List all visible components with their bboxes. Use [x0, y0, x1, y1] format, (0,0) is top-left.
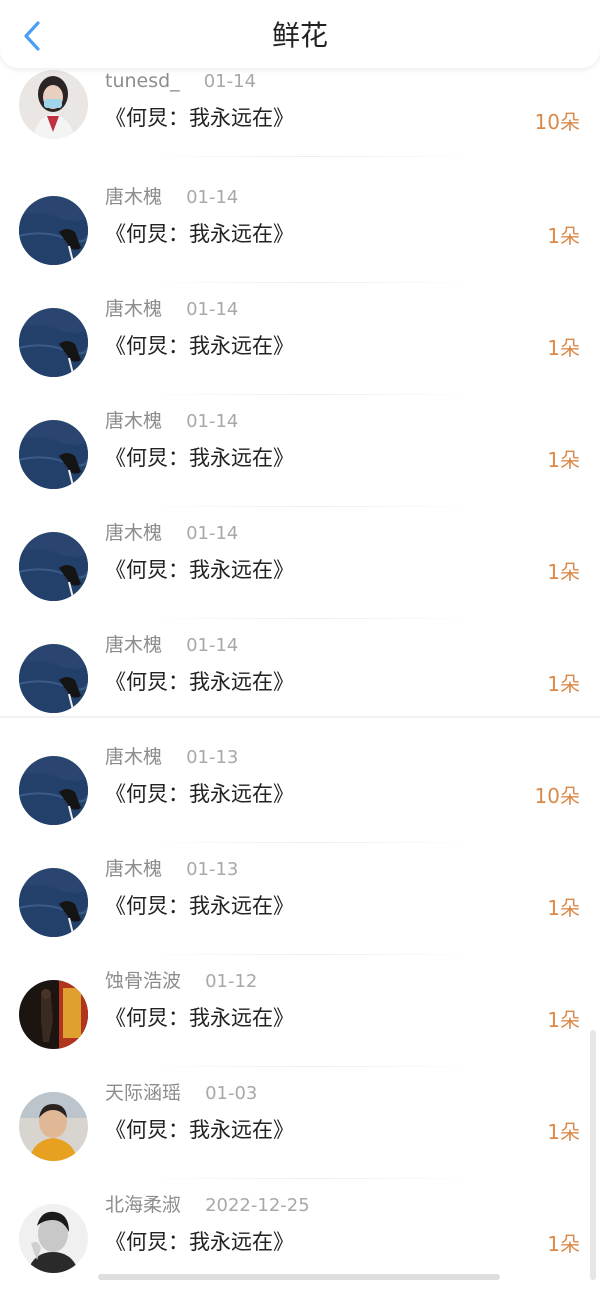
flower-count: 10朵 [534, 784, 580, 808]
avatar[interactable] [19, 532, 88, 601]
record-meta: 蚀骨浩波 01-12 [105, 966, 257, 996]
user-name[interactable]: 唐木槐 [105, 858, 162, 880]
user-name[interactable]: 天际涵瑶 [105, 1082, 181, 1104]
list-item[interactable]: 蚀骨浩波 01-12 《何炅：我永远在》 1朵 [0, 966, 600, 1078]
book-title[interactable]: 《何炅：我永远在》 [105, 666, 294, 696]
record-date: 01-14 [186, 635, 239, 656]
flower-count: 1朵 [547, 896, 580, 920]
row-divider [140, 282, 480, 283]
user-name[interactable]: 蚀骨浩波 [105, 970, 181, 992]
user-name[interactable]: 唐木槐 [105, 746, 162, 768]
list-item[interactable]: 唐木槐 01-14 《何炅：我永远在》 1朵 [0, 182, 600, 294]
row-divider [140, 156, 480, 157]
avatar[interactable] [19, 196, 88, 265]
row-divider [140, 1066, 480, 1067]
book-title[interactable]: 《何炅：我永远在》 [105, 102, 294, 132]
list-item[interactable]: tunesd_ 01-14 《何炅：我永远在》 10朵 [0, 70, 600, 182]
book-title[interactable]: 《何炅：我永远在》 [105, 554, 294, 584]
flower-count: 1朵 [547, 1232, 580, 1256]
avatar[interactable] [19, 1092, 88, 1161]
list-item[interactable]: 唐木槐 01-13 《何炅：我永远在》 1朵 [0, 854, 600, 966]
row-divider [140, 954, 480, 955]
record-meta: 唐木槐 01-13 [105, 854, 238, 884]
record-date: 01-14 [186, 299, 239, 320]
record-meta: 北海柔淑 2022-12-25 [105, 1190, 310, 1220]
user-name[interactable]: 唐木槐 [105, 186, 162, 208]
avatar[interactable] [19, 1204, 88, 1273]
row-divider [140, 1178, 480, 1179]
record-date: 01-13 [186, 747, 239, 768]
flower-count: 1朵 [547, 224, 580, 248]
user-name[interactable]: tunesd_ [105, 70, 180, 92]
list-item[interactable]: 唐木槐 01-14 《何炅：我永远在》 1朵 [0, 518, 600, 630]
book-title[interactable]: 《何炅：我永远在》 [105, 330, 294, 360]
record-date: 2022-12-25 [205, 1195, 310, 1216]
row-divider [140, 394, 480, 395]
flower-count: 1朵 [547, 672, 580, 696]
section-divider [0, 716, 600, 718]
avatar[interactable] [19, 756, 88, 825]
record-meta: 唐木槐 01-14 [105, 630, 238, 660]
book-title[interactable]: 《何炅：我永远在》 [105, 1226, 294, 1256]
list-item[interactable]: 唐木槐 01-14 《何炅：我永远在》 1朵 [0, 630, 600, 742]
avatar[interactable] [19, 420, 88, 489]
book-title[interactable]: 《何炅：我永远在》 [105, 1002, 294, 1032]
user-name[interactable]: 唐木槐 [105, 410, 162, 432]
record-meta: 唐木槐 01-14 [105, 518, 238, 548]
record-date: 01-14 [186, 187, 239, 208]
record-meta: tunesd_ 01-14 [105, 70, 256, 100]
home-indicator [98, 1274, 500, 1280]
avatar[interactable] [19, 868, 88, 937]
scrollbar[interactable] [590, 1030, 596, 1280]
list-item[interactable]: 天际涵瑶 01-03 《何炅：我永远在》 1朵 [0, 1078, 600, 1190]
book-title[interactable]: 《何炅：我永远在》 [105, 890, 294, 920]
user-name[interactable]: 唐木槐 [105, 522, 162, 544]
user-name[interactable]: 唐木槐 [105, 634, 162, 656]
list-item[interactable]: 北海柔淑 2022-12-25 《何炅：我永远在》 1朵 [0, 1190, 600, 1302]
flower-count: 1朵 [547, 448, 580, 472]
record-date: 01-14 [186, 523, 239, 544]
avatar[interactable] [19, 70, 88, 139]
avatar[interactable] [19, 644, 88, 713]
flower-count: 1朵 [547, 1008, 580, 1032]
book-title[interactable]: 《何炅：我永远在》 [105, 778, 294, 808]
book-title[interactable]: 《何炅：我永远在》 [105, 442, 294, 472]
row-divider [140, 506, 480, 507]
book-title[interactable]: 《何炅：我永远在》 [105, 218, 294, 248]
flower-count: 10朵 [534, 110, 580, 134]
avatar[interactable] [19, 308, 88, 377]
list-item[interactable]: 唐木槐 01-14 《何炅：我永远在》 1朵 [0, 406, 600, 518]
record-meta: 唐木槐 01-14 [105, 406, 238, 436]
user-name[interactable]: 唐木槐 [105, 298, 162, 320]
record-date: 01-13 [186, 859, 239, 880]
list-item[interactable]: 唐木槐 01-13 《何炅：我永远在》 10朵 [0, 742, 600, 854]
record-date: 01-14 [186, 411, 239, 432]
row-divider [140, 842, 480, 843]
user-name[interactable]: 北海柔淑 [105, 1194, 181, 1216]
record-meta: 唐木槐 01-14 [105, 294, 238, 324]
row-divider [140, 618, 480, 619]
record-meta: 唐木槐 01-14 [105, 182, 238, 212]
book-title[interactable]: 《何炅：我永远在》 [105, 1114, 294, 1144]
record-date: 01-03 [205, 1083, 258, 1104]
page-title: 鲜花 [271, 19, 328, 52]
record-meta: 天际涵瑶 01-03 [105, 1078, 257, 1108]
record-meta: 唐木槐 01-13 [105, 742, 238, 772]
list-item[interactable]: 唐木槐 01-14 《何炅：我永远在》 1朵 [0, 294, 600, 406]
flower-count: 1朵 [547, 1120, 580, 1144]
record-date: 01-14 [203, 71, 257, 92]
record-date: 01-12 [205, 971, 258, 992]
avatar[interactable] [19, 980, 88, 1049]
top-bar: 鲜花 [0, 0, 600, 68]
flower-count: 1朵 [547, 560, 580, 584]
flower-count: 1朵 [547, 336, 580, 360]
